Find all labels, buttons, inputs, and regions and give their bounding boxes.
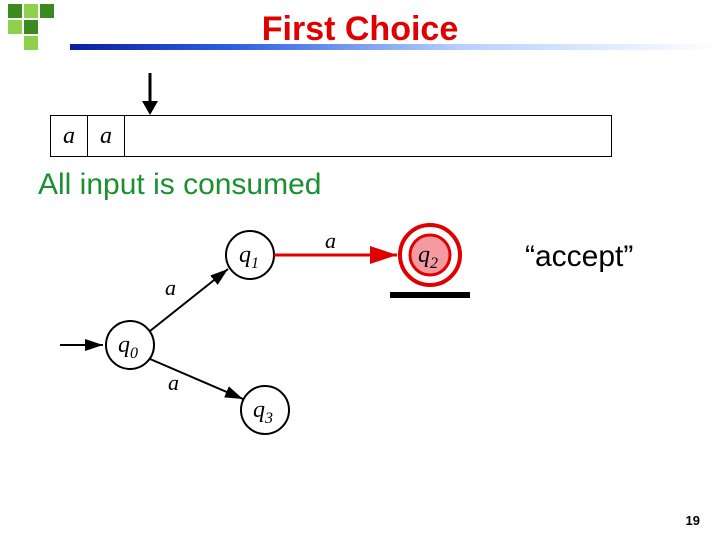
tape-cell: a bbox=[51, 116, 88, 156]
edge-label-q0-q1: a bbox=[165, 275, 176, 301]
nfa-diagram: q0 q1 q2 q3 a a a bbox=[60, 215, 540, 435]
accept-label: “accept” bbox=[525, 240, 633, 274]
tape-head-arrow bbox=[140, 73, 160, 120]
slide-title: First Choice bbox=[0, 10, 720, 49]
page-number: 19 bbox=[686, 513, 700, 528]
state-q3: q3 bbox=[253, 397, 273, 428]
input-tape: a a bbox=[50, 115, 612, 157]
tape-blank bbox=[125, 116, 611, 156]
edge-label-q1-q2: a bbox=[325, 228, 336, 254]
state-q2: q2 bbox=[418, 242, 438, 273]
status-text: All input is consumed bbox=[38, 168, 321, 202]
state-q0: q0 bbox=[118, 332, 138, 363]
edge-label-q0-q3: a bbox=[168, 370, 179, 396]
state-q1: q1 bbox=[239, 242, 259, 273]
tape-cell: a bbox=[88, 116, 125, 156]
